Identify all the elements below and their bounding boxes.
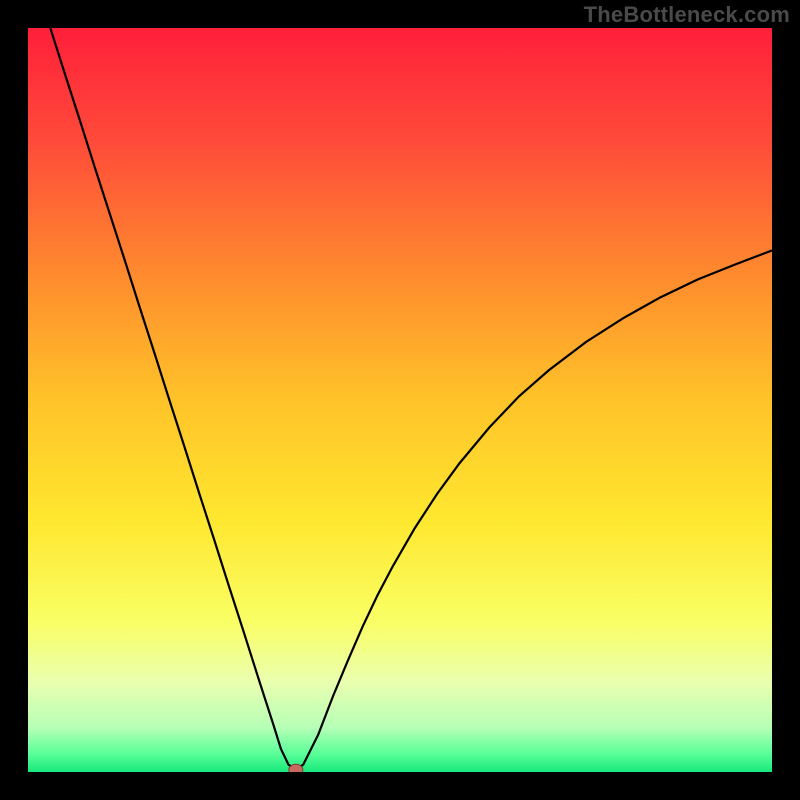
chart-frame: TheBottleneck.com — [0, 0, 800, 800]
plot-area — [28, 28, 772, 772]
watermark-text: TheBottleneck.com — [584, 2, 790, 28]
optimal-point-marker — [289, 764, 303, 772]
gradient-background — [28, 28, 772, 772]
plot-svg — [28, 28, 772, 772]
